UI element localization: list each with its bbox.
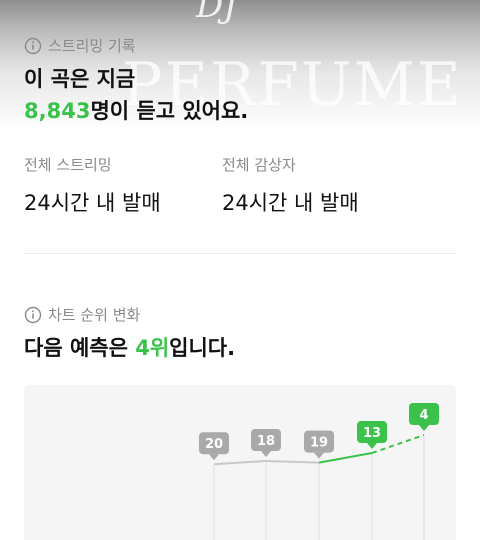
headline-line-1: 이 곡은 지금 [24,67,136,91]
rank-badge-pointer-0 [209,454,219,461]
rank-section-header: 차트 순위 변화 [24,304,140,325]
rank-badge-pointer-3 [367,443,377,449]
total-listeners-value: 24시간 내 발매 [222,191,359,215]
rank-headline-prefix: 다음 예측은 [24,336,136,360]
rank-badge-pointer-1 [261,451,271,457]
streaming-headline: 이 곡은 지금 8,843명이 듣고 있어요. [24,63,248,127]
rank-chart-svg: 20 18 19 13 4 [199,403,439,540]
rank-badge-pointer-2 [314,452,324,459]
rank-chart: 20 18 19 13 4 [24,385,456,540]
rank-line-segment-2 [318,452,373,464]
predicted-rank: 4위 [135,336,170,360]
section-divider [24,253,456,254]
rank-headline-suffix: 입니다. [169,336,236,360]
rank-value-label-3: 13 [363,426,381,441]
rank-value-label-2: 19 [310,436,328,451]
listener-count: 8,843 [24,99,91,123]
info-icon[interactable] [24,37,42,55]
info-icon[interactable] [24,306,42,324]
rank-line-segment-0 [213,460,267,466]
rank-badge-pointer-4 [419,425,429,431]
headline-line-2: 8,843명이 듣고 있어요. [24,95,248,127]
rank-section-label: 차트 순위 변화 [48,306,141,324]
rank-value-label-1: 18 [257,434,275,449]
headline-line-2-suffix: 명이 듣고 있어요. [90,99,249,123]
rank-headline: 다음 예측은 4위입니다. [24,332,235,364]
rank-value-label-4: 4 [419,408,428,423]
streaming-section-header: 스트리밍 기록 [24,35,136,56]
total-streaming-label: 전체 스트리밍 [24,156,112,174]
rank-line-segment-1 [265,460,320,464]
total-listeners-label: 전체 감상자 [222,156,296,174]
total-streaming-value: 24시간 내 발매 [24,191,161,215]
rank-value-label-0: 20 [205,437,223,452]
streaming-section-label: 스트리밍 기록 [48,37,136,55]
banner-logo: DJ [196,0,237,26]
